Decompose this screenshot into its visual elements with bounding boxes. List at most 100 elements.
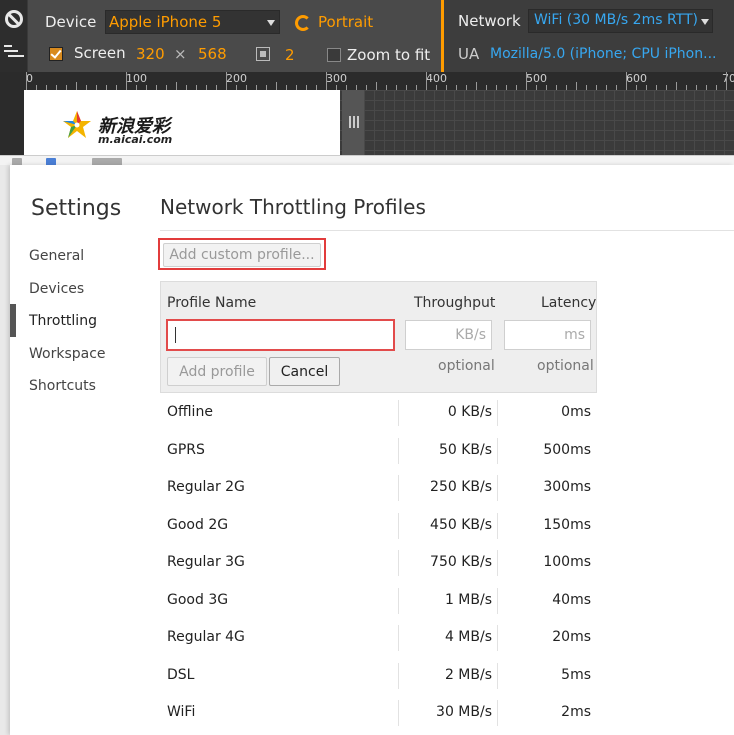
- column-separator: [398, 700, 399, 726]
- ruler-tick-label: 100: [126, 72, 147, 85]
- column-separator: [398, 625, 399, 651]
- text-cursor: [175, 327, 176, 343]
- profile-name-cell: Regular 2G: [167, 479, 245, 495]
- latency-input[interactable]: ms: [504, 320, 591, 350]
- table-row[interactable]: GPRS 50 KB/s 500ms: [160, 432, 597, 469]
- disable-emulation-icon[interactable]: [5, 10, 23, 28]
- latency-cell: 20ms: [552, 629, 591, 645]
- throughput-cell: 0 KB/s: [447, 404, 492, 420]
- nav-item-workspace[interactable]: Workspace: [29, 346, 106, 362]
- ruler-tick-label: 200: [226, 72, 247, 85]
- nav-item-throttling[interactable]: Throttling: [29, 313, 97, 329]
- latency-cell: 500ms: [543, 441, 591, 458]
- latency-cell: 40ms: [552, 591, 591, 608]
- nav-item-devices[interactable]: Devices: [29, 281, 84, 297]
- column-separator: [497, 662, 498, 689]
- horizontal-ruler: 0 100 200 300 400 500 600 70: [0, 72, 734, 90]
- throughput-cell: 2 MB/s: [444, 666, 492, 683]
- table-row[interactable]: DSL 2 MB/s 5ms: [160, 657, 597, 694]
- add-profile-button[interactable]: Add profile: [167, 357, 267, 386]
- section-title: Network Throttling Profiles: [160, 195, 426, 219]
- column-separator: [398, 400, 399, 426]
- orientation-toggle[interactable]: Portrait: [318, 13, 373, 31]
- ruler-tick-label: 500: [526, 72, 547, 85]
- dimension-separator: ×: [174, 45, 187, 63]
- column-separator: [497, 400, 498, 426]
- table-row[interactable]: Regular 4G 4 MB/s 20ms: [160, 619, 597, 656]
- ruler-tick: [726, 72, 727, 90]
- throughput-input[interactable]: KB/s: [405, 320, 492, 350]
- network-throttling-select[interactable]: WiFi (30 MB/s 2ms RTT): [528, 9, 713, 33]
- table-row[interactable]: Good 3G 1 MB/s 40ms: [160, 582, 597, 619]
- network-label: Network: [458, 12, 521, 30]
- column-separator: [497, 512, 498, 539]
- latency-cell: 2ms: [561, 704, 591, 720]
- ruler-tick: [376, 82, 377, 90]
- table-row[interactable]: Offline 0 KB/s 0ms: [160, 394, 597, 431]
- cancel-button[interactable]: Cancel: [269, 357, 340, 386]
- viewport-resize-handle[interactable]: [342, 90, 364, 155]
- network-select-value: WiFi (30 MB/s 2ms RTT): [534, 12, 698, 28]
- latency-cell: 100ms: [543, 554, 591, 570]
- ruler-tick-label: 600: [626, 72, 647, 85]
- device-select[interactable]: Apple iPhone 5: [105, 10, 280, 34]
- throughput-cell: 50 KB/s: [438, 441, 492, 458]
- profile-name-cell: Offline: [167, 404, 213, 420]
- emulated-viewport: 新浪爱彩 m.aicai.com: [24, 90, 734, 155]
- ruler-tick: [176, 82, 177, 90]
- profile-name-cell: Regular 4G: [167, 629, 245, 645]
- ruler-tick: [276, 82, 277, 90]
- settings-title: Settings: [31, 196, 122, 221]
- latency-cell: 5ms: [561, 666, 591, 683]
- table-row[interactable]: Regular 2G 250 KB/s 300ms: [160, 469, 597, 506]
- throughput-optional-hint: optional: [438, 358, 495, 374]
- column-separator: [497, 550, 498, 576]
- profile-name-cell: GPRS: [167, 441, 205, 458]
- throughput-cell: 250 KB/s: [430, 479, 492, 495]
- media-queries-icon[interactable]: [4, 45, 24, 61]
- column-separator: [497, 700, 498, 726]
- table-row[interactable]: Good 2G 450 KB/s 150ms: [160, 507, 597, 544]
- column-separator: [497, 437, 498, 464]
- profile-name-cell: Good 2G: [167, 516, 229, 533]
- chevron-down-icon: [267, 20, 275, 26]
- profile-name-input[interactable]: [166, 319, 395, 351]
- screen-label: Screen: [74, 44, 126, 62]
- ruler-tick-label: 70: [722, 72, 734, 85]
- column-separator: [398, 475, 399, 501]
- ruler-tick: [226, 72, 227, 90]
- throughput-cell: 4 MB/s: [444, 629, 492, 645]
- rotate-icon[interactable]: [295, 15, 311, 31]
- active-nav-indicator: [10, 304, 16, 337]
- section-divider: [160, 230, 734, 231]
- column-separator: [497, 625, 498, 651]
- zoom-to-fit-checkbox[interactable]: [327, 48, 341, 62]
- nav-item-general[interactable]: General: [29, 248, 84, 264]
- ruler-tick: [76, 82, 77, 90]
- latency-cell: 300ms: [543, 479, 591, 495]
- device-pixel-ratio-input[interactable]: 2: [285, 46, 295, 64]
- ruler-tick: [576, 82, 577, 90]
- column-separator: [398, 587, 399, 614]
- nav-item-shortcuts[interactable]: Shortcuts: [29, 378, 96, 394]
- add-custom-profile-button[interactable]: Add custom profile...: [163, 243, 321, 267]
- ruler-tick: [26, 72, 27, 90]
- user-agent-label: UA: [458, 45, 480, 63]
- screen-width-input[interactable]: 320: [136, 45, 165, 63]
- table-row[interactable]: Regular 3G 750 KB/s 100ms: [160, 544, 597, 581]
- profile-name-cell: WiFi: [167, 704, 196, 720]
- vertical-ruler: [0, 90, 24, 160]
- network-settings-panel: Network WiFi (30 MB/s 2ms RTT) UA Mozill…: [441, 0, 734, 72]
- column-header-throughput: Throughput: [414, 295, 496, 311]
- profile-name-cell: Regular 3G: [167, 554, 245, 570]
- column-separator: [497, 587, 498, 614]
- user-agent-input[interactable]: Mozilla/5.0 (iPhone; CPU iPhon...: [490, 46, 716, 62]
- screen-checkbox[interactable]: [49, 47, 63, 61]
- table-row[interactable]: WiFi 30 MB/s 2ms: [160, 694, 597, 731]
- device-select-value: Apple iPhone 5: [109, 13, 222, 31]
- ruler-tick-label: 0: [26, 72, 33, 85]
- devtools-tab-strip: [0, 155, 734, 166]
- zoom-to-fit-label: Zoom to fit: [347, 46, 431, 64]
- screen-height-input[interactable]: 568: [198, 45, 227, 63]
- latency-cell: 0ms: [561, 404, 591, 420]
